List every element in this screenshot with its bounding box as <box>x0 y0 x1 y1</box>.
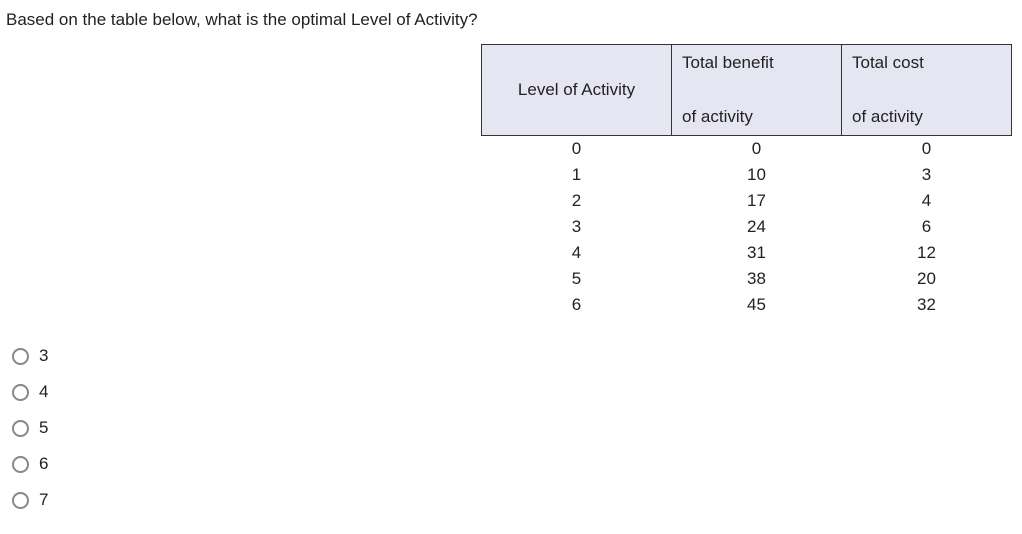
cell-level: 4 <box>482 240 672 266</box>
option-6[interactable]: 6 <box>12 446 1016 482</box>
table-row: 6 45 32 <box>482 292 1012 318</box>
answer-options: 3 4 5 6 7 <box>12 338 1016 518</box>
cell-benefit: 45 <box>672 292 842 318</box>
cell-level: 6 <box>482 292 672 318</box>
cell-cost: 6 <box>842 214 1012 240</box>
table-row: 2 17 4 <box>482 188 1012 214</box>
option-3[interactable]: 3 <box>12 338 1016 374</box>
header-level: Level of Activity <box>482 45 672 136</box>
cell-level: 2 <box>482 188 672 214</box>
radio-7[interactable] <box>12 492 29 509</box>
table-row: 1 10 3 <box>482 162 1012 188</box>
cell-cost: 12 <box>842 240 1012 266</box>
cell-benefit: 31 <box>672 240 842 266</box>
radio-4[interactable] <box>12 384 29 401</box>
cell-benefit: 38 <box>672 266 842 292</box>
option-label: 7 <box>39 490 48 510</box>
cell-level: 0 <box>482 136 672 163</box>
header-benefit-line1: Total benefit <box>682 53 831 73</box>
option-label: 3 <box>39 346 48 366</box>
table-row: 5 38 20 <box>482 266 1012 292</box>
table-row: 0 0 0 <box>482 136 1012 163</box>
cell-level: 5 <box>482 266 672 292</box>
cell-benefit: 0 <box>672 136 842 163</box>
radio-5[interactable] <box>12 420 29 437</box>
option-label: 6 <box>39 454 48 474</box>
option-5[interactable]: 5 <box>12 410 1016 446</box>
cell-benefit: 10 <box>672 162 842 188</box>
table-row: 4 31 12 <box>482 240 1012 266</box>
table-body: 0 0 0 1 10 3 2 17 4 3 24 6 4 31 <box>482 136 1012 319</box>
header-benefit-line2: of activity <box>682 107 831 127</box>
option-7[interactable]: 7 <box>12 482 1016 518</box>
cell-benefit: 24 <box>672 214 842 240</box>
header-cost: Total cost of activity <box>842 45 1012 136</box>
cell-cost: 0 <box>842 136 1012 163</box>
radio-3[interactable] <box>12 348 29 365</box>
radio-6[interactable] <box>12 456 29 473</box>
option-label: 5 <box>39 418 48 438</box>
cell-cost: 20 <box>842 266 1012 292</box>
cell-cost: 32 <box>842 292 1012 318</box>
data-table-container: Level of Activity Total benefit of activ… <box>481 44 1016 318</box>
option-label: 4 <box>39 382 48 402</box>
header-cost-line2: of activity <box>852 107 1001 127</box>
cell-cost: 4 <box>842 188 1012 214</box>
data-table: Level of Activity Total benefit of activ… <box>481 44 1012 318</box>
cell-level: 3 <box>482 214 672 240</box>
cell-level: 1 <box>482 162 672 188</box>
header-benefit: Total benefit of activity <box>672 45 842 136</box>
question-text: Based on the table below, what is the op… <box>6 10 1016 30</box>
header-cost-line1: Total cost <box>852 53 1001 73</box>
option-4[interactable]: 4 <box>12 374 1016 410</box>
table-row: 3 24 6 <box>482 214 1012 240</box>
cell-benefit: 17 <box>672 188 842 214</box>
cell-cost: 3 <box>842 162 1012 188</box>
table-header-row: Level of Activity Total benefit of activ… <box>482 45 1012 136</box>
